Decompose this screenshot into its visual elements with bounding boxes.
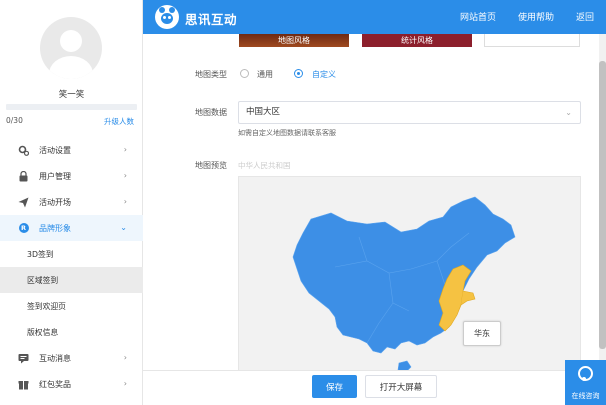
online-consult-button[interactable]: 在线咨询 bbox=[565, 360, 606, 405]
avatar[interactable] bbox=[40, 17, 102, 79]
sidebar-subitem-3d-signin[interactable]: 3D签到 bbox=[0, 241, 143, 267]
style-thumb-blank[interactable] bbox=[484, 34, 580, 47]
map-data-select[interactable]: 中国大区 ⌄ bbox=[238, 101, 581, 124]
sidebar-item-activity-settings[interactable]: 活动设置 › bbox=[0, 137, 143, 163]
sidebar-menu: 活动设置 › 用户管理 › 活动开场 › R 品牌形象 ⌄ 3D签到 区域签到 … bbox=[0, 137, 143, 397]
map-data-hint: 如需自定义地图数据请联系客服 bbox=[238, 129, 336, 137]
map-preview-label: 地图预览 bbox=[195, 161, 227, 170]
radio-custom[interactable] bbox=[294, 69, 303, 78]
chevron-down-icon: ⌄ bbox=[120, 223, 127, 232]
open-fullscreen-button[interactable]: 打开大屏幕 bbox=[365, 375, 437, 398]
sidebar-subitem-copyright[interactable]: 版权信息 bbox=[0, 319, 143, 345]
sidebar-subitem-region-signin[interactable]: 区域签到 bbox=[0, 267, 143, 293]
sidebar-item-label: 红包奖品 bbox=[39, 379, 71, 389]
nav-help[interactable]: 使用帮助 bbox=[518, 10, 554, 23]
style-thumb-stats[interactable]: 统计风格 bbox=[362, 34, 472, 47]
brand-logo-icon bbox=[155, 5, 179, 29]
sidebar-item-red-packet[interactable]: 红包奖品 › bbox=[0, 371, 143, 397]
headset-icon bbox=[578, 366, 593, 381]
map-data-label: 地图数据 bbox=[195, 108, 227, 117]
sidebar-item-label: 互动消息 bbox=[39, 353, 71, 363]
gift-icon bbox=[18, 379, 29, 390]
online-consult-label: 在线咨询 bbox=[571, 392, 600, 400]
map-type-label: 地图类型 bbox=[195, 70, 227, 79]
sidebar-item-interactive-messages[interactable]: 互动消息 › bbox=[0, 345, 143, 371]
main-content: 地图风格 统计风格 地图类型 通用 自定义 地图数据 中国大区 ⌄ 如需自定义地… bbox=[143, 34, 606, 370]
map-preview[interactable] bbox=[238, 176, 581, 370]
sidebar-item-label: 用户管理 bbox=[39, 171, 71, 181]
sidebar-item-label: 活动开场 bbox=[39, 197, 71, 207]
lock-icon bbox=[18, 170, 29, 182]
quota-count: 0/30 bbox=[6, 116, 23, 125]
chevron-right-icon: › bbox=[123, 197, 127, 206]
chevron-right-icon: › bbox=[123, 145, 127, 154]
sidebar-item-activity-opening[interactable]: 活动开场 › bbox=[0, 189, 143, 215]
brand-name: 思讯互动 bbox=[185, 12, 238, 27]
nav-back[interactable]: 返回 bbox=[576, 10, 594, 23]
r-badge-icon: R bbox=[18, 223, 29, 234]
map-data-value: 中国大区 bbox=[246, 107, 281, 117]
gear-icon bbox=[18, 145, 29, 156]
sidebar: 笑一笑 0/30 升级人数 活动设置 › 用户管理 › 活动开场 › R 品牌形… bbox=[0, 0, 143, 405]
radio-general-label[interactable]: 通用 bbox=[257, 69, 273, 80]
sidebar-item-brand-image[interactable]: R 品牌形象 ⌄ bbox=[0, 215, 143, 241]
message-icon bbox=[18, 353, 29, 364]
sidebar-subitem-welcome-page[interactable]: 签到欢迎页 bbox=[0, 293, 143, 319]
china-map[interactable] bbox=[239, 177, 582, 370]
quota-progress-bar bbox=[6, 104, 137, 110]
chevron-down-icon: ⌄ bbox=[565, 108, 572, 117]
map-tooltip: 华东 bbox=[463, 321, 501, 346]
sidebar-item-label: 品牌形象 bbox=[39, 223, 71, 233]
radio-general[interactable] bbox=[240, 69, 249, 78]
upgrade-link[interactable]: 升级人数 bbox=[104, 116, 134, 127]
map-preview-title: 中华人民共和国 bbox=[238, 161, 291, 170]
save-button[interactable]: 保存 bbox=[312, 375, 357, 398]
radio-custom-label[interactable]: 自定义 bbox=[312, 69, 336, 80]
send-icon bbox=[18, 197, 29, 208]
map-region-hainan bbox=[397, 360, 412, 370]
chevron-right-icon: › bbox=[123, 171, 127, 180]
style-thumb-map[interactable]: 地图风格 bbox=[239, 34, 349, 47]
header-nav: 网站首页 使用帮助 返回 bbox=[438, 10, 594, 23]
sidebar-item-label: 活动设置 bbox=[39, 145, 71, 155]
username: 笑一笑 bbox=[58, 90, 85, 100]
scrollbar-thumb[interactable] bbox=[599, 61, 606, 349]
footer-bar: 保存 打开大屏幕 bbox=[143, 370, 606, 405]
nav-home[interactable]: 网站首页 bbox=[460, 10, 496, 23]
chevron-right-icon: › bbox=[123, 353, 127, 362]
top-header: 思讯互动 网站首页 使用帮助 返回 bbox=[143, 0, 606, 34]
sidebar-item-user-management[interactable]: 用户管理 › bbox=[0, 163, 143, 189]
chevron-right-icon: › bbox=[123, 379, 127, 388]
